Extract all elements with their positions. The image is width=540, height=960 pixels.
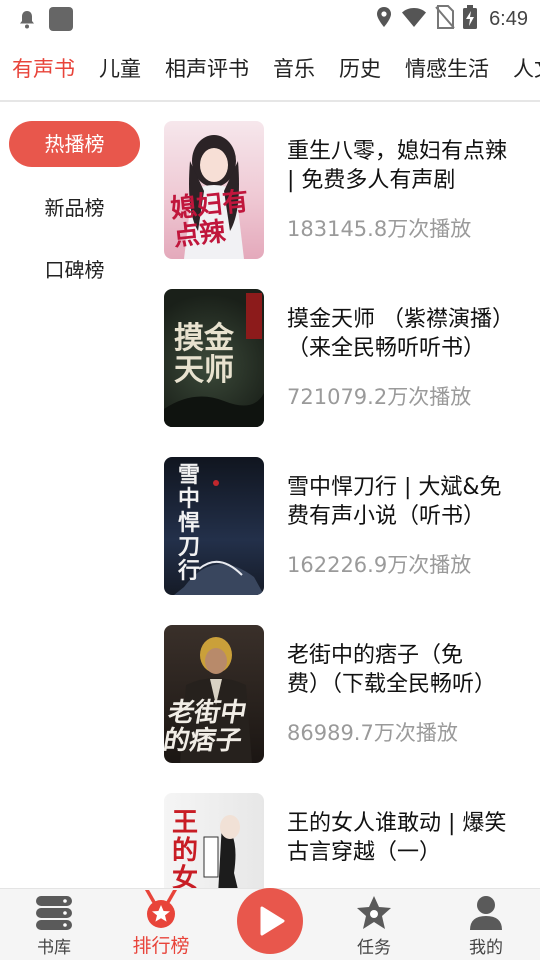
category-tabs: 有声书 儿童 相声评书 音乐 历史 情感生活 人文 bbox=[0, 40, 540, 102]
book-plays: 183145.8万次播放 bbox=[287, 217, 472, 241]
star-icon bbox=[355, 895, 393, 935]
medal-icon bbox=[141, 890, 181, 934]
play-button[interactable] bbox=[237, 888, 303, 954]
nav-label: 我的 bbox=[469, 938, 503, 958]
tab-crosstalk-storytelling[interactable]: 相声评书 bbox=[165, 54, 249, 84]
database-icon bbox=[35, 895, 73, 935]
no-sim-icon bbox=[435, 5, 455, 33]
book-cover: 老街中的痞子 bbox=[164, 625, 264, 763]
nav-tasks[interactable]: 任务 bbox=[324, 889, 424, 960]
nav-label: 排行榜 bbox=[132, 935, 190, 957]
battery-charging-icon bbox=[463, 5, 478, 33]
book-title: 老街中的痞子（免费）（下载全民畅听） bbox=[287, 643, 497, 697]
app-square-icon bbox=[48, 6, 74, 36]
book-title: 雪中悍刀行 | 大斌&免费有声小说（听书） bbox=[287, 475, 502, 529]
cover-title: 雪中悍刀行 bbox=[178, 462, 201, 584]
book-cover: 媳妇有点辣 bbox=[164, 121, 264, 259]
nav-profile[interactable]: 我的 bbox=[436, 889, 536, 960]
book-item[interactable]: 摸金天师 摸金天师 （紫襟演播）（来全民畅听听书） 721079.2万次播放 bbox=[164, 289, 534, 427]
book-item[interactable]: 媳妇有点辣 重生八零，媳妇有点辣 | 免费多人有声剧 183145.8万次播放 bbox=[164, 121, 534, 259]
nav-label: 书库 bbox=[37, 938, 71, 958]
book-title: 重生八零，媳妇有点辣 | 免费多人有声剧 bbox=[287, 139, 507, 193]
status-bar: 6:49 bbox=[0, 0, 540, 38]
book-list: 媳妇有点辣 重生八零，媳妇有点辣 | 免费多人有声剧 183145.8万次播放 … bbox=[0, 104, 540, 888]
book-item[interactable]: 老街中的痞子 老街中的痞子（免费）（下载全民畅听） 86989.7万次播放 bbox=[164, 625, 534, 763]
cover-title: 王的女人谁敢动 bbox=[172, 808, 199, 888]
book-item[interactable]: 雪中悍刀行 雪中悍刀行 | 大斌&免费有声小说（听书） 162226.9万次播放 bbox=[164, 457, 534, 595]
book-plays: 162226.9万次播放 bbox=[287, 553, 472, 577]
tab-history[interactable]: 历史 bbox=[339, 54, 381, 84]
tab-children[interactable]: 儿童 bbox=[99, 54, 141, 84]
cover-title: 摸金天师 bbox=[174, 321, 234, 388]
book-plays: 86989.7万次播放 bbox=[287, 721, 458, 745]
user-icon bbox=[469, 895, 503, 935]
book-cover: 摸金天师 bbox=[164, 289, 264, 427]
book-cover: 雪中悍刀行 bbox=[164, 457, 264, 595]
book-cover: 王的女人谁敢动 bbox=[164, 793, 264, 888]
book-plays: 721079.2万次播放 bbox=[287, 385, 472, 409]
tab-music[interactable]: 音乐 bbox=[273, 54, 315, 84]
book-title: 王的女人谁敢动 | 爆笑古言穿越（一） bbox=[287, 811, 507, 865]
nav-ranking[interactable]: 排行榜 bbox=[111, 889, 211, 960]
nav-label: 任务 bbox=[357, 938, 391, 958]
location-icon bbox=[375, 6, 393, 32]
tab-audiobook[interactable]: 有声书 bbox=[12, 54, 75, 84]
tab-emotional-life[interactable]: 情感生活 bbox=[405, 54, 489, 84]
book-title: 摸金天师 （紫襟演播）（来全民畅听听书） bbox=[287, 307, 503, 361]
play-icon bbox=[259, 906, 285, 940]
nav-library[interactable]: 书库 bbox=[4, 889, 104, 960]
status-time: 6:49 bbox=[489, 7, 528, 30]
tab-humanities[interactable]: 人文 bbox=[513, 54, 540, 84]
wifi-icon bbox=[401, 6, 427, 32]
notification-bell-icon bbox=[18, 9, 36, 33]
cover-title: 老街中的痞子 bbox=[164, 698, 250, 756]
cover-title: 媳妇有点辣 bbox=[169, 186, 250, 253]
book-item[interactable]: 王的女人谁敢动 王的女人谁敢动 | 爆笑古言穿越（一） bbox=[164, 793, 534, 888]
